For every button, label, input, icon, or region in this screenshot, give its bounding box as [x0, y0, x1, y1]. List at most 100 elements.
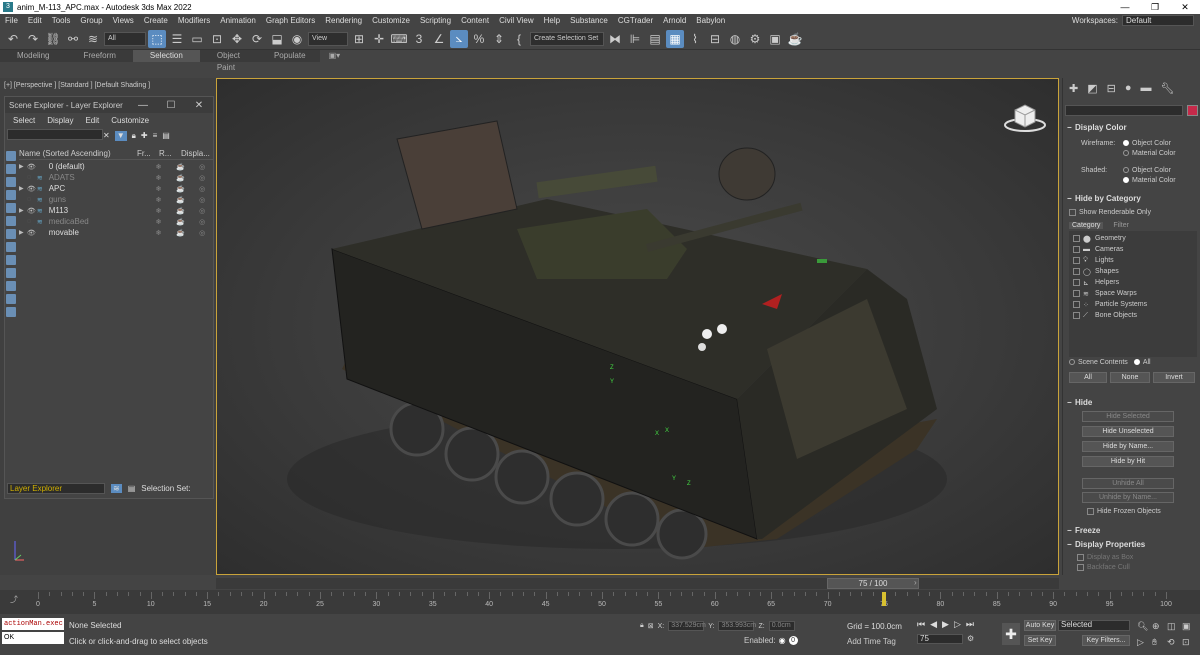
ribbon-tab-object-paint[interactable]: Object Paint: [200, 50, 257, 72]
scene-explorer-search-input[interactable]: [7, 129, 103, 140]
set-keys-icon[interactable]: ✚: [1002, 623, 1020, 645]
display-spacewarps-icon[interactable]: [6, 216, 16, 226]
tab-filter[interactable]: Filter: [1113, 222, 1129, 229]
se-menu-select[interactable]: Select: [13, 116, 35, 125]
key-filters-button[interactable]: Key Filters...: [1082, 635, 1130, 646]
menu-civil-view[interactable]: Civil View: [494, 14, 539, 28]
menu-edit[interactable]: Edit: [23, 14, 47, 28]
minimize-icon[interactable]: —: [129, 100, 157, 111]
toggle-scene-explorer-icon[interactable]: ▦: [666, 29, 684, 48]
se-menu-edit[interactable]: Edit: [85, 116, 99, 125]
render-setup-icon[interactable]: ⚙: [746, 30, 764, 48]
display-tab-icon[interactable]: ▬: [1141, 82, 1152, 94]
display-as-box-checkbox[interactable]: [1077, 553, 1084, 561]
layer-row[interactable]: ◌ ≋ medicaBed ❄ ☕ ◎: [19, 216, 213, 227]
adaptive-toggle-icon[interactable]: ◉: [779, 636, 786, 645]
curve-editor-icon[interactable]: ⌇: [686, 30, 704, 48]
render-icon[interactable]: ☕: [169, 174, 191, 182]
absolute-mode-icon[interactable]: ⊠: [648, 622, 654, 630]
menu-substance[interactable]: Substance: [565, 14, 613, 28]
hide-by-name-button[interactable]: Hide by Name...: [1082, 441, 1174, 452]
visibility-eye-icon[interactable]: ◌: [27, 218, 37, 225]
column-name[interactable]: Name (Sorted Ascending): [19, 149, 137, 159]
time-slider[interactable]: ‹ 75 / 100 ›: [216, 578, 1059, 589]
current-frame-field[interactable]: 75: [917, 634, 963, 644]
reference-coordinate-dropdown[interactable]: View: [308, 31, 348, 46]
column-display[interactable]: Displa...: [181, 149, 211, 159]
close-button[interactable]: ✕: [1170, 0, 1200, 14]
layer-row[interactable]: ▶ 👁︎ 0 (default) ❄ ☕ ◎: [19, 161, 213, 172]
ribbon-tab-modeling[interactable]: Modeling: [0, 50, 66, 62]
layer-row[interactable]: ▶ 👁︎ ≋ APC ❄ ☕ ◎: [19, 183, 213, 194]
backface-cull-checkbox[interactable]: [1077, 563, 1084, 571]
all-button[interactable]: All: [1069, 372, 1107, 383]
category-checkbox[interactable]: [1073, 279, 1080, 286]
object-color-swatch[interactable]: [1187, 105, 1198, 116]
zoom-icon[interactable]: 🔍︎: [1137, 621, 1148, 632]
spinner-snap-icon[interactable]: %: [470, 30, 488, 48]
selection-region-icon[interactable]: ▭: [188, 30, 206, 48]
play-icon[interactable]: ▶: [942, 619, 949, 630]
display-helpers-icon[interactable]: [6, 203, 16, 213]
menu-animation[interactable]: Animation: [215, 14, 261, 28]
menu-customize[interactable]: Customize: [367, 14, 415, 28]
z-coordinate-field[interactable]: 0.0cm: [768, 621, 795, 631]
viewport-label[interactable]: [+] [Perspective ] [Standard ] [Default …: [4, 82, 150, 89]
render-icon[interactable]: ☕: [169, 196, 191, 204]
category-checkbox[interactable]: [1073, 312, 1080, 319]
display-bones-icon[interactable]: [6, 255, 16, 265]
select-by-name-icon[interactable]: ☰: [168, 30, 186, 48]
render-icon[interactable]: ☕: [169, 218, 191, 226]
hide-selected-button[interactable]: Hide Selected: [1082, 411, 1174, 422]
render-icon[interactable]: ☕: [169, 185, 191, 193]
display-containers-icon[interactable]: [6, 268, 16, 278]
display-icon[interactable]: ◎: [191, 174, 213, 182]
set-key-button[interactable]: Set Key: [1024, 635, 1056, 646]
layer-stack-icon[interactable]: ≡: [153, 131, 158, 141]
radio-material-color[interactable]: [1123, 150, 1129, 156]
visibility-eye-icon[interactable]: ◌: [27, 196, 37, 203]
go-to-start-icon[interactable]: ⏮: [917, 619, 925, 630]
display-shapes-icon[interactable]: [6, 164, 16, 174]
motion-tab-icon[interactable]: ●: [1125, 82, 1132, 94]
rollout-header[interactable]: Freeze: [1065, 525, 1199, 536]
object-name-field[interactable]: [1065, 105, 1183, 116]
next-frame-arrow-icon[interactable]: ›: [914, 578, 917, 587]
hierarchy-tab-icon[interactable]: ⊟: [1107, 82, 1116, 95]
menu-help[interactable]: Help: [539, 14, 565, 28]
ribbon-tab-populate[interactable]: Populate: [257, 50, 323, 62]
add-to-layer-icon[interactable]: ▤: [162, 131, 170, 141]
freeze-icon[interactable]: ❄: [148, 196, 170, 204]
layer-row[interactable]: ▶ 👁︎ ≋ M113 ❄ ☕ ◎: [19, 205, 213, 216]
hide-frozen-checkbox[interactable]: [1087, 507, 1094, 515]
angle-snap-icon[interactable]: ∠: [430, 30, 448, 48]
freeze-icon[interactable]: ❄: [148, 163, 170, 171]
radio-all[interactable]: [1133, 359, 1140, 365]
column-frozen[interactable]: Fr...: [137, 149, 159, 159]
freeze-icon[interactable]: ❄: [148, 207, 170, 215]
maximize-button[interactable]: ❐: [1140, 0, 1170, 14]
isolate-selection-icon[interactable]: 🔒︎: [640, 622, 644, 630]
filter-icon[interactable]: ▼: [114, 131, 127, 141]
display-lights-icon[interactable]: [6, 177, 16, 187]
se-menu-display[interactable]: Display: [47, 116, 73, 125]
unhide-by-name-button[interactable]: Unhide by Name...: [1082, 492, 1174, 503]
utilities-tab-icon[interactable]: 🔧︎: [1161, 82, 1175, 95]
display-icon[interactable]: ◎: [191, 207, 213, 215]
show-renderable-checkbox[interactable]: [1069, 208, 1076, 216]
schematic-view-icon[interactable]: ⊟: [706, 30, 724, 48]
layer-row[interactable]: ◌ ≋ guns ❄ ☕ ◎: [19, 194, 213, 205]
invert-button[interactable]: Invert: [1153, 372, 1195, 383]
go-to-end-icon[interactable]: ⏭: [966, 619, 974, 630]
next-frame-icon[interactable]: ▷: [954, 619, 961, 630]
scale-icon[interactable]: ⬓: [268, 30, 286, 48]
keyboard-shortcut-icon[interactable]: ⌨: [390, 30, 408, 48]
scene-explorer-titlebar[interactable]: Scene Explorer - Layer Explorer — ☐ ✕: [5, 97, 213, 113]
y-coordinate-field[interactable]: 353.993cm: [718, 621, 756, 631]
display-icon[interactable]: ◎: [191, 229, 213, 237]
rendered-frame-window-icon[interactable]: ▣: [766, 30, 784, 48]
visibility-eye-icon[interactable]: 👁︎: [27, 229, 37, 237]
display-cameras-icon[interactable]: [6, 190, 16, 200]
mirror-icon[interactable]: ⧓: [606, 30, 624, 48]
display-frozen-icon[interactable]: [6, 281, 16, 291]
